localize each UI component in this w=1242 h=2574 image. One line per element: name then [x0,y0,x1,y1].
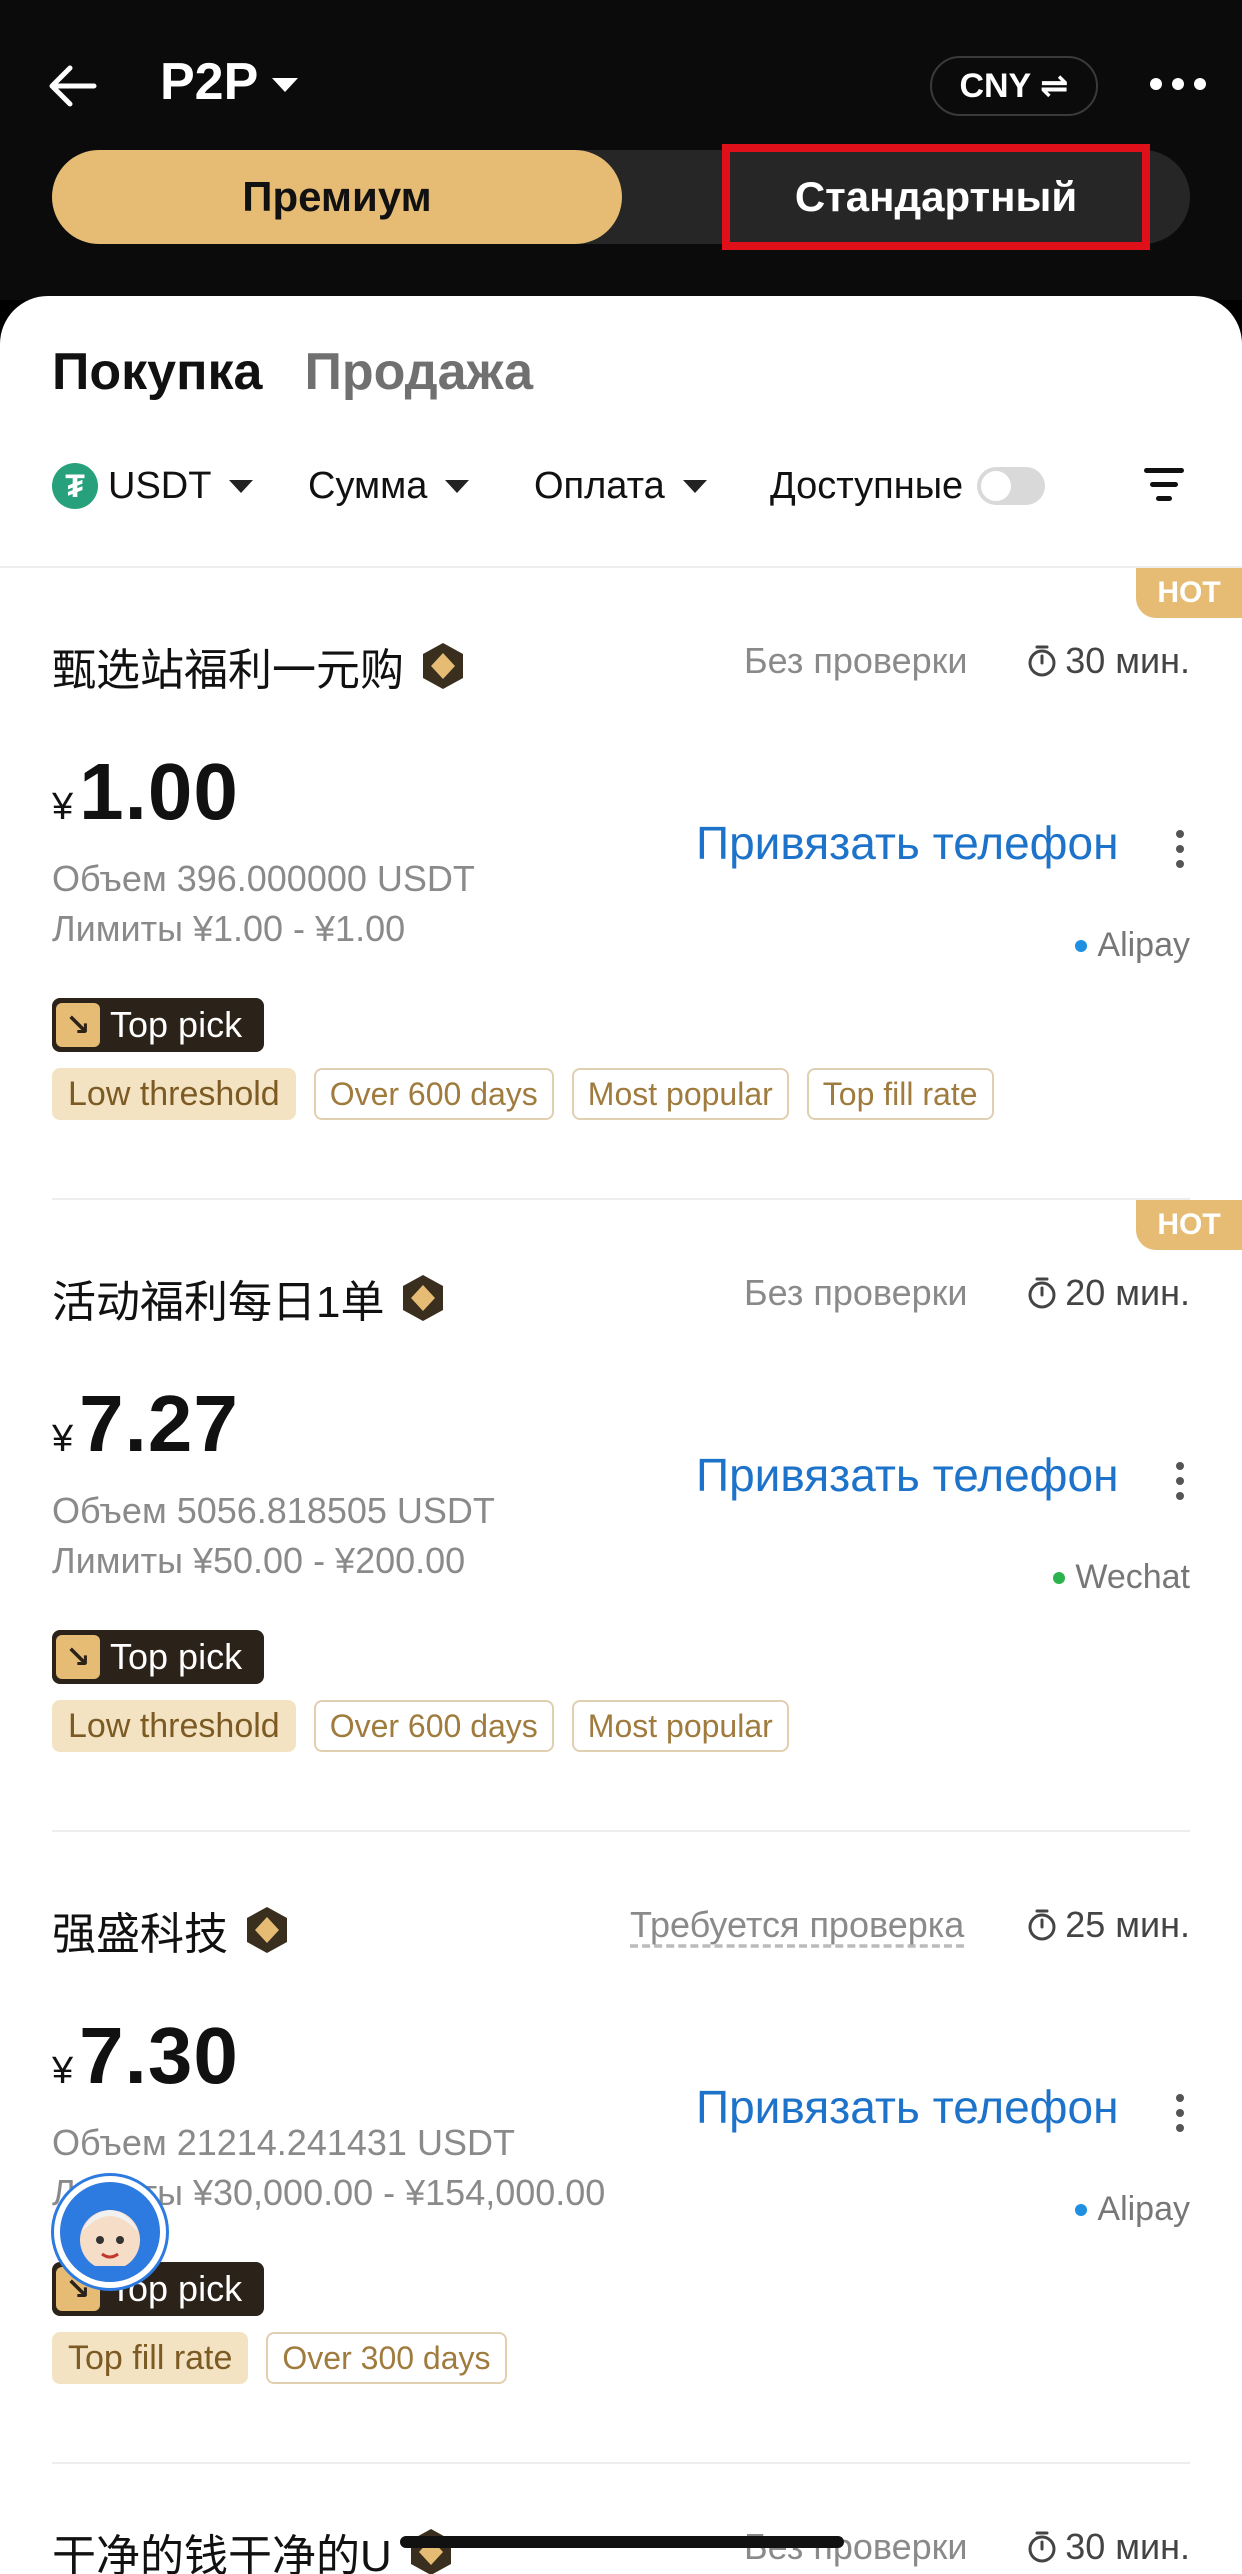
limits: Лимиты ¥1.00 - ¥1.00 [52,908,406,949]
amount-filter[interactable]: Сумма [308,456,470,516]
kyc-status[interactable]: Требуется проверка [630,1904,964,1946]
trade-tabs: Покупка Продажа [52,342,533,402]
tag: Top fill rate [806,1068,994,1120]
merchant-name: 甄选站福利一元购 [52,646,404,695]
price: ¥ 1.00 [52,747,239,836]
coin-filter[interactable]: ₮ USDT [52,456,254,516]
top-pick-icon: ↘ [56,1003,100,1047]
hot-badge: HOT [1136,568,1242,618]
mode-segmented-control: Премиум Стандартный [52,144,1190,250]
payment-method: Wechat [1053,1558,1190,1597]
available-toggle[interactable] [977,467,1046,505]
payment-method: Alipay [1075,926,1190,965]
price: ¥ 7.30 [52,2011,239,2100]
tab-premium[interactable]: Премиум [52,150,622,244]
tag-list: Top fill rate Over 300 days [52,2332,507,2384]
caret-down-icon [445,479,470,493]
tag-list: Low threshold Over 600 days Most popular… [52,1068,994,1120]
payment-time: 25 мин. [1027,1904,1190,1946]
top-bar: P2P CNY ⇌ Премиум Стандартный [0,0,1242,300]
tag: Low threshold [52,1068,296,1120]
chevron-down-icon [272,78,299,92]
page-title-dropdown[interactable]: P2P [160,52,299,112]
tag: Over 600 days [313,1700,554,1752]
tag: Over 600 days [313,1068,554,1120]
support-avatar-icon[interactable] [54,2176,166,2288]
price-value: 1.00 [79,747,239,836]
verified-merchant-icon [418,641,468,691]
verified-merchant-icon [406,2527,456,2574]
more-options-icon[interactable] [1150,78,1206,90]
top-pick-badge: ↘ Top pick [52,998,265,1052]
home-indicator [400,2536,844,2548]
caret-down-icon [682,479,707,493]
timer-icon [1027,1276,1057,1310]
ad-card[interactable]: 干净的钱干净的U Без проверки 30 мин. [0,2464,1242,2574]
back-arrow-icon[interactable] [44,56,104,116]
merchant[interactable]: 甄选站福利一元购 [52,634,468,698]
verified-merchant-icon [242,1905,292,1955]
volume: Объем 5056.818505 USDT [52,1490,495,1531]
tag: Over 300 days [266,2332,507,2384]
card-more-icon[interactable] [1176,1462,1184,1500]
bind-phone-button[interactable]: Привязать телефон [696,816,1119,870]
tab-sell[interactable]: Продажа [304,342,533,402]
content-panel: Покупка Продажа ₮ USDT Сумма Оплата Дост… [0,296,1242,2574]
payment-method: Alipay [1075,2190,1190,2229]
kyc-status: Без проверки [744,1272,968,1313]
tag: Most popular [571,1700,789,1752]
merchant-name: 干净的钱干净的U [52,2532,392,2574]
timer-icon [1027,2530,1057,2564]
amount-filter-label: Сумма [308,464,428,507]
top-pick-icon: ↘ [56,1635,100,1679]
price-value: 7.27 [79,1379,239,1468]
bind-phone-button[interactable]: Привязать телефон [696,1448,1119,1502]
filter-bar: ₮ USDT Сумма Оплата Доступные [52,456,1192,516]
price: ¥ 7.27 [52,1379,239,1468]
bind-phone-button[interactable]: Привязать телефон [696,2080,1119,2134]
payment-filter-label: Оплата [534,464,665,507]
page-title: P2P [160,53,259,111]
merchant-name: 活动福利每日1单 [52,1278,385,1327]
ad-card[interactable]: HOT 甄选站福利一元购 Без проверки 30 мин. ¥ 1.00… [0,568,1242,1200]
merchant-name: 强盛科技 [52,1910,228,1959]
tab-standard[interactable]: Стандартный [722,144,1150,250]
card-more-icon[interactable] [1176,830,1184,868]
tab-buy[interactable]: Покупка [52,342,262,402]
price-value: 7.30 [79,2011,239,2100]
tag: Low threshold [52,1700,296,1752]
verified-merchant-icon [398,1273,448,1323]
volume: Объем 396.000000 USDT [52,858,475,899]
merchant[interactable]: 干净的钱干净的U [52,2520,456,2574]
hot-badge: HOT [1136,1200,1242,1250]
payment-time: 30 мин. [1027,640,1190,682]
merchant[interactable]: 活动福利每日1单 [52,1266,448,1330]
payment-dot-icon [1053,1571,1066,1584]
merchant[interactable]: 强盛科技 [52,1898,292,1962]
ad-card[interactable]: HOT 活动福利每日1单 Без проверки 20 мин. ¥ 7.27… [0,1200,1242,1832]
tag: Most popular [571,1068,789,1120]
available-filter: Доступные [770,456,1046,516]
usdt-logo-icon: ₮ [52,463,98,509]
available-filter-label: Доступные [770,464,964,507]
tag: Top fill rate [52,2332,249,2384]
payment-time: 30 мин. [1027,2526,1190,2568]
filter-icon[interactable] [1144,468,1184,502]
volume: Объем 21214.241431 USDT [52,2122,515,2163]
kyc-status: Без проверки [744,640,968,681]
caret-down-icon [229,479,254,493]
card-more-icon[interactable] [1176,2094,1184,2132]
currency-switch-button[interactable]: CNY ⇌ [930,56,1098,116]
payment-filter[interactable]: Оплата [534,456,707,516]
payment-time: 20 мин. [1027,1272,1190,1314]
limits: Лимиты ¥50.00 - ¥200.00 [52,1540,466,1581]
tag-list: Low threshold Over 600 days Most popular [52,1700,789,1752]
timer-icon [1027,1908,1057,1942]
payment-dot-icon [1075,939,1088,952]
top-pick-badge: ↘ Top pick [52,1630,265,1684]
timer-icon [1027,644,1057,678]
coin-filter-label: USDT [108,464,212,507]
ad-card[interactable]: 强盛科技 Требуется проверка 25 мин. ¥ 7.30 О… [0,1832,1242,2464]
payment-dot-icon [1075,2203,1088,2216]
